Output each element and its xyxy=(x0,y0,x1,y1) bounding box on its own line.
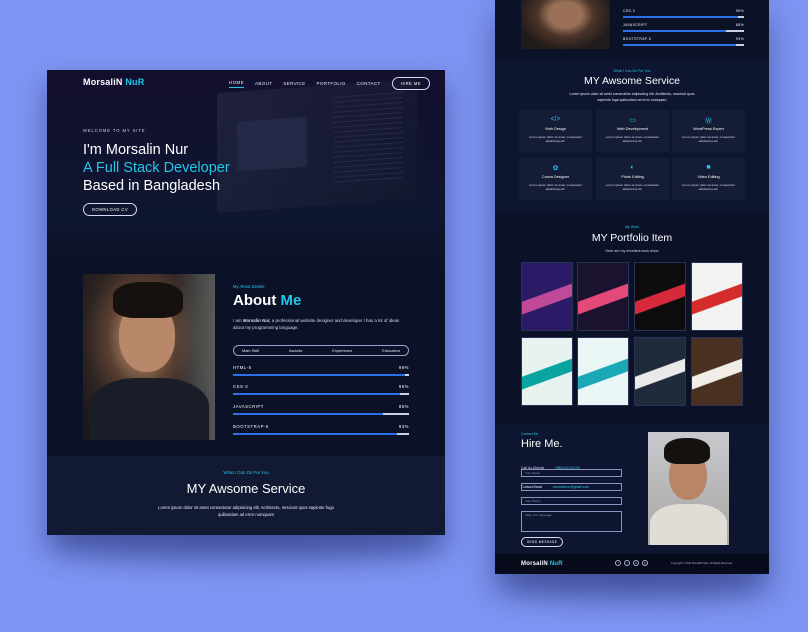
about-photo xyxy=(83,274,215,440)
about-title: About Me xyxy=(233,292,302,309)
wordpress-icon: Ⓦ xyxy=(705,118,712,125)
facebook-icon[interactable]: f xyxy=(615,560,621,566)
nav-contact[interactable]: CONTACT xyxy=(357,81,381,86)
r-service-title: MY Awsome Service xyxy=(584,75,680,87)
portfolio-text: Here are my excellent work show xyxy=(605,249,659,253)
nav-home[interactable]: HOME xyxy=(229,80,244,88)
portfolio-tile-6[interactable] xyxy=(577,337,629,406)
nav-about[interactable]: ABOUT xyxy=(255,81,272,86)
linkedin-icon[interactable]: in xyxy=(633,560,639,566)
phone-field[interactable]: Your Phone xyxy=(521,497,622,505)
service-card-video-editing[interactable]: ■ Video Editing Lorem ipsum dolor sit amet… xyxy=(672,158,745,200)
hero-heading-3: Based in Bangladesh xyxy=(83,178,221,194)
portfolio-subtitle: My Work xyxy=(624,225,640,229)
skill-html: HTML-5 98% xyxy=(233,365,409,376)
logo-text: MorsaliN xyxy=(83,77,123,87)
portfolio-tile-3[interactable] xyxy=(634,262,686,331)
portfolio-tile-7[interactable] xyxy=(634,337,686,406)
email-field[interactable]: Your Email xyxy=(521,483,622,491)
hire-me-button[interactable]: HIRE ME xyxy=(391,77,430,90)
skill-tabs: Main Skill Awards Experience Education xyxy=(233,345,409,356)
tab-experience[interactable]: Experience xyxy=(332,348,352,353)
portfolio-title: MY Portfolio Item xyxy=(591,232,673,244)
r-skill-bootstrap: BOOTSTRAP-5 93% xyxy=(623,37,744,46)
contrast-icon: ◐ xyxy=(630,164,635,171)
portfolio-tile-1[interactable] xyxy=(521,262,573,331)
footer-logo[interactable]: MorsaliN NuR xyxy=(521,561,563,567)
skill-javascript: JAVASCRIPT 85% xyxy=(233,404,409,415)
skill-css: CSS-3 95% xyxy=(233,384,409,395)
portfolio-tile-8[interactable] xyxy=(691,337,743,406)
nav-portfolio[interactable]: PORTFOLIO xyxy=(317,81,346,86)
tab-awards[interactable]: Awards xyxy=(289,348,302,353)
canva-icon: ✿ xyxy=(552,165,559,172)
about-subtitle: My About Details xyxy=(233,284,265,289)
nav-service[interactable]: SERVICE xyxy=(283,81,305,86)
r-skill-javascript: JAVASCRIPT 85% xyxy=(623,23,744,32)
hire-photo xyxy=(648,432,729,545)
video-icon: ■ xyxy=(706,164,711,171)
portfolio-tile-4[interactable] xyxy=(691,262,743,331)
tab-education[interactable]: Education xyxy=(382,348,400,353)
tab-main-skill[interactable]: Main Skill xyxy=(242,348,259,353)
r-service-text: Lorem ipsum dolor sit amet consectetur a… xyxy=(569,92,695,102)
download-cv-button[interactable]: DOWNLOAD CV xyxy=(83,203,138,216)
hero-laptop-image xyxy=(217,79,417,213)
logo[interactable]: MorsaliN NuR xyxy=(83,77,144,87)
service-card-web-design[interactable]: </> Web Design Lorem ipsum dolor sit amet,… xyxy=(519,110,592,152)
instagram-icon[interactable]: ig xyxy=(642,560,648,566)
portfolio-tile-2[interactable] xyxy=(577,262,629,331)
copyright-text: Copyright © 2023 MorsaliN NuR. All Right… xyxy=(671,562,733,565)
hero-heading-1: I'm Morsalin Nur xyxy=(83,142,189,158)
r-service-subtitle: What I Can Do For You xyxy=(613,69,651,73)
twitter-icon[interactable]: t xyxy=(624,560,630,566)
hire-title: Hire Me. xyxy=(521,438,563,450)
name-field[interactable]: Your Name xyxy=(521,469,622,477)
service-subtitle: What I Can Do For You xyxy=(223,470,269,475)
service-card-wordpress[interactable]: Ⓦ WordPress Expert Lorem ipsum dolor sit a… xyxy=(672,110,745,152)
service-card-photo-editing[interactable]: ◐ Photo Editing Lorem ipsum dolor sit amet… xyxy=(596,158,669,200)
skill-bootstrap: BOOTSTRAP-5 93% xyxy=(233,424,409,435)
portfolio-tile-5[interactable] xyxy=(521,337,573,406)
monitor-icon: ▭ xyxy=(629,117,636,124)
desktop-mockup: MorsaliN NuR HOME ABOUT SERVICE PORTFOLI… xyxy=(47,70,445,535)
about-photo-small xyxy=(521,0,610,49)
r-skill-css: CSS-3 95% xyxy=(623,9,744,18)
service-title: MY Awsome Service xyxy=(186,481,306,496)
hero-heading-2: A Full Stack Developer xyxy=(83,160,230,176)
service-text: Lorem ipsum dolor sit amet consectetur a… xyxy=(158,505,334,517)
welcome-text: WELCOME TO MY SITE xyxy=(83,128,146,133)
send-message-button[interactable]: SEND MESSAGE xyxy=(521,537,564,547)
message-field[interactable]: Write Your Message xyxy=(521,511,622,532)
main-nav: HOME ABOUT SERVICE PORTFOLIO CONTACT HIR… xyxy=(229,77,430,90)
hire-subtitle: Contact Me xyxy=(521,432,539,436)
code-icon: </> xyxy=(550,116,561,123)
service-card-canva[interactable]: ✿ Canva Designer Lorem ipsum dolor sit ame… xyxy=(519,158,592,200)
service-card-web-development[interactable]: ▭ Web Development Lorem ipsum dolor sit am… xyxy=(596,110,669,152)
logo-highlight: NuR xyxy=(125,77,145,87)
about-text: I am Morsalin Nur, a professional websit… xyxy=(233,318,400,330)
full-page-mockup: CSS-3 95% JAVASCRIPT 85% BOOTSTRAP-5 93% Wh… xyxy=(495,0,769,574)
